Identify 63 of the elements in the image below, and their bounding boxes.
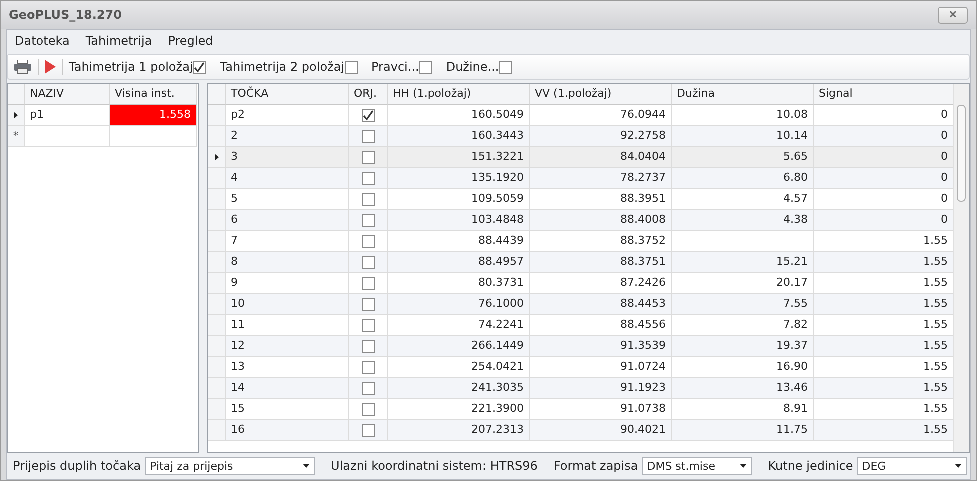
checkmark-icon — [194, 62, 206, 72]
checkbox[interactable] — [193, 60, 206, 74]
column-header[interactable]: VV (1.položaj) — [530, 84, 672, 105]
row-header[interactable] — [208, 147, 226, 168]
column-header[interactable]: TOČKA — [226, 84, 349, 105]
checkbox-label: Tahimetrija 2 položaj — [220, 60, 345, 74]
checkbox[interactable] — [362, 256, 374, 268]
menu-item[interactable]: Tahimetrija — [80, 34, 158, 48]
new-row-marker: * — [14, 130, 18, 142]
status-label: Prijepis duplih točaka — [13, 459, 142, 473]
checkbox[interactable] — [362, 382, 374, 394]
table-cell: 207.2313 — [388, 420, 530, 441]
menu-item[interactable]: Pregled — [162, 34, 220, 48]
checkbox[interactable] — [362, 276, 374, 290]
close-button[interactable]: ✕ — [938, 6, 968, 24]
checkbox[interactable] — [362, 340, 374, 352]
checkbox[interactable] — [419, 60, 432, 74]
play-icon[interactable] — [45, 60, 56, 74]
status-label: Kutne jedinice — [768, 459, 854, 473]
column-header[interactable]: Signal — [814, 84, 953, 105]
checkbox-label: Tahimetrija 1 položaj — [69, 60, 194, 74]
checkbox[interactable] — [499, 60, 512, 74]
checkbox-label: Pravci... — [372, 60, 420, 74]
column-header[interactable]: HH (1.položaj) — [388, 84, 530, 105]
dropdown[interactable]: Pitaj za prijepis — [145, 457, 316, 475]
row-header[interactable] — [8, 105, 25, 126]
status-label: Ulazni koordinatni sistem: HTRS96 — [331, 459, 538, 473]
table-cell: 1.558 — [110, 105, 197, 126]
caret-icon — [740, 464, 748, 468]
checkbox[interactable] — [362, 130, 374, 142]
printer-icon[interactable] — [14, 60, 32, 74]
checkbox[interactable] — [362, 402, 374, 416]
checkbox[interactable] — [362, 360, 374, 374]
current-row-icon — [14, 112, 18, 118]
window-title: GeoPLUS_18.270 — [9, 8, 122, 22]
checkbox[interactable] — [362, 318, 374, 332]
checkbox[interactable] — [362, 214, 374, 226]
row-header[interactable]: * — [8, 126, 25, 147]
checkbox[interactable] — [344, 60, 358, 74]
checkbox-label: Dužine... — [446, 60, 500, 74]
checkbox[interactable] — [362, 234, 374, 248]
dropdown[interactable]: DMS st.mise — [642, 457, 752, 475]
column-header[interactable]: Dužina — [672, 84, 814, 105]
table-cell: 90.4021 — [530, 420, 672, 441]
caret-icon — [955, 464, 962, 468]
column-header[interactable]: ORJ. — [349, 84, 388, 105]
table-cell: 11.75 — [672, 420, 814, 441]
checkbox[interactable] — [362, 150, 374, 164]
checkmark-icon — [362, 110, 374, 120]
checkbox[interactable] — [362, 108, 374, 122]
checkbox[interactable] — [362, 298, 374, 310]
table-cell: 16 — [226, 420, 349, 441]
checkbox[interactable] — [362, 424, 374, 436]
column-header[interactable]: NAZIV — [25, 84, 110, 105]
column-header[interactable]: Visina inst. — [110, 84, 197, 105]
scrollbar[interactable] — [953, 84, 969, 452]
caret-icon — [303, 464, 310, 468]
checkbox[interactable] — [362, 192, 374, 206]
checkbox[interactable] — [362, 172, 374, 184]
dropdown[interactable]: DEG — [857, 457, 968, 475]
status-label: Format zapisa — [554, 459, 638, 473]
menu-item[interactable]: Datoteka — [9, 34, 76, 48]
current-row-icon — [214, 154, 218, 160]
